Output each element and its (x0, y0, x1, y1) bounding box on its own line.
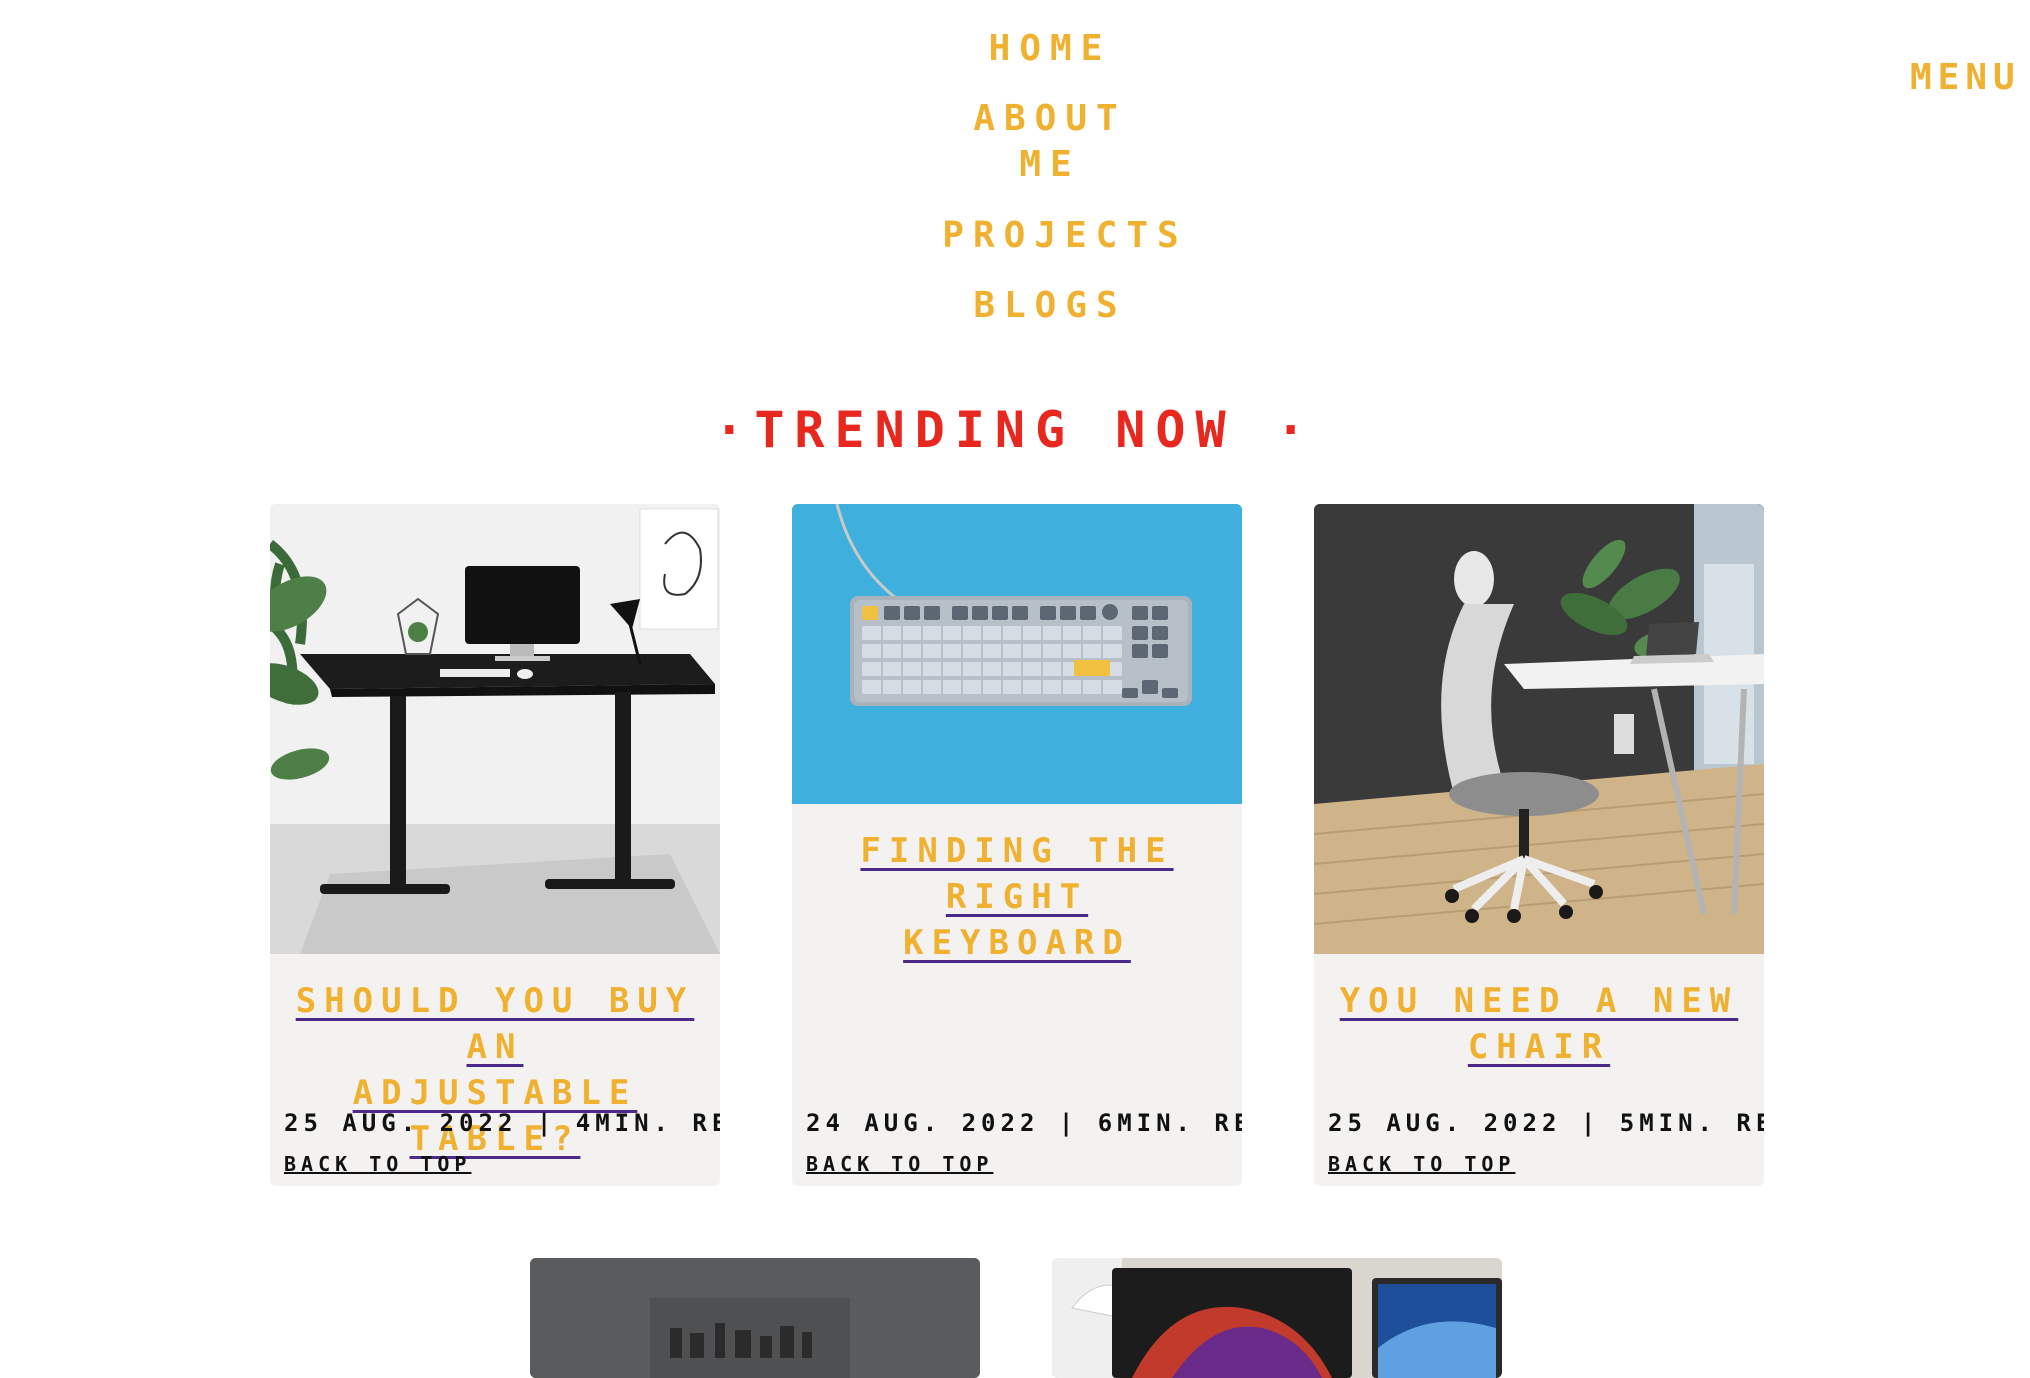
blog-card-desk-setup (1052, 1258, 1502, 1378)
blog-title-line1: FINDING THE RIGHT (860, 831, 1174, 917)
keyboard-image[interactable] (792, 504, 1242, 804)
blog-title-line1: YOU NEED A NEW (1339, 981, 1739, 1021)
menu-button[interactable]: MENU (1910, 55, 2021, 101)
dark-room-image[interactable] (530, 1258, 980, 1378)
nav-projects-link[interactable]: PROJECTS (940, 213, 1190, 259)
blog-title-line1: SHOULD YOU BUY AN (295, 981, 695, 1067)
blog-title-line2: KEYBOARD (903, 923, 1131, 963)
nav-blogs-link[interactable]: BLOGS (950, 283, 1150, 329)
back-to-top-link[interactable]: BACK TO TOP (806, 1150, 993, 1178)
standing-desk-image[interactable] (270, 504, 720, 954)
post-date-readtime: 25 AUG. 2022 | 4MIN. READ (284, 1109, 720, 1137)
nav-about-line2: ME (1019, 144, 1081, 185)
back-to-top-link[interactable]: BACK TO TOP (1328, 1150, 1515, 1178)
back-to-top-link[interactable]: BACK TO TOP (284, 1150, 471, 1178)
standing-desk-illustration (270, 504, 720, 954)
post-date-readtime: 24 AUG. 2022 | 6MIN. READ (806, 1109, 1242, 1137)
office-chair-illustration (1314, 504, 1764, 954)
blog-title-line2: CHAIR (1467, 1027, 1611, 1067)
desk-setup-image[interactable] (1052, 1258, 1502, 1378)
blog-card-chair: YOU NEED A NEW CHAIR 25 AUG. 2022 | 5MIN… (1314, 504, 1764, 1186)
post-date-readtime: 25 AUG. 2022 | 5MIN. READ (1328, 1109, 1764, 1137)
blog-card-dark-room (530, 1258, 980, 1378)
office-chair-image[interactable] (1314, 504, 1764, 954)
nav-about-line1: ABOUT (973, 98, 1127, 139)
blog-card-keyboard: FINDING THE RIGHT KEYBOARD 24 AUG. 2022 … (792, 504, 1242, 1186)
blog-card-adjustable-table: SHOULD YOU BUY AN ADJUSTABLE TABLE? 25 A… (270, 504, 720, 1186)
keyboard-illustration (792, 504, 1242, 804)
trending-now-heading: ·TRENDING NOW · (714, 401, 1316, 459)
blog-title-link[interactable]: YOU NEED A NEW CHAIR (1314, 978, 1764, 1070)
blog-title-link[interactable]: FINDING THE RIGHT KEYBOARD (792, 828, 1242, 966)
nav-about-link[interactable]: ABOUT ME (950, 96, 1150, 188)
nav-home-link[interactable]: HOME (950, 26, 1150, 72)
